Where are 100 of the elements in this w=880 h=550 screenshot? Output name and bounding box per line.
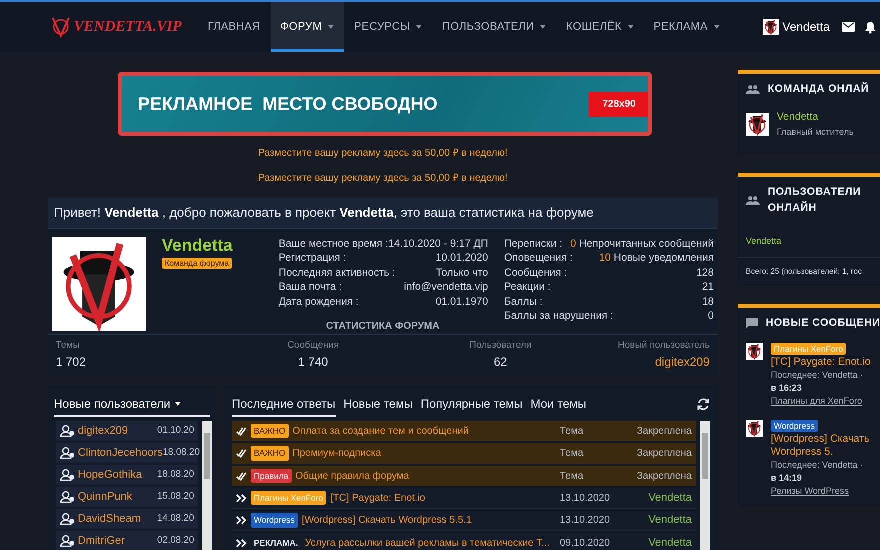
stat-value: 1 702 xyxy=(56,354,88,371)
sidebar-heading: ПОЛЬЗОВАТЕЛИ ОНЛАЙН xyxy=(768,185,862,216)
detail-value: 01.01.1970 xyxy=(436,294,488,309)
user-link[interactable]: HopeGothika xyxy=(78,466,158,483)
stat-value: 1 740 xyxy=(297,354,330,371)
detail-value: Только что xyxy=(436,266,488,280)
user-icon xyxy=(60,534,76,547)
detail-value: Непрочитанных сообщений xyxy=(579,238,714,250)
user-avatar xyxy=(762,19,779,35)
ad-size-tag: 728x90 xyxy=(588,92,648,116)
double-chevron-icon xyxy=(236,494,247,502)
thread-column-3: Тема xyxy=(560,424,626,438)
user-icon xyxy=(60,490,76,503)
thread-tab[interactable]: Популярные темы xyxy=(420,392,523,417)
bell-icon[interactable] xyxy=(865,20,876,34)
detail-value: 0 xyxy=(708,310,714,322)
thread-tab[interactable]: Последние ответы xyxy=(232,392,336,417)
detail-value: 18 xyxy=(702,296,714,308)
thread-tab[interactable]: Новые темы xyxy=(344,392,413,417)
widget-title[interactable]: Новые пользователи xyxy=(54,394,171,413)
mail-icon[interactable] xyxy=(842,22,855,32)
detail-label: Ваше местное время : xyxy=(278,236,388,251)
detail-label: Баллы за нарушения : xyxy=(504,309,614,324)
stat-label: Темы xyxy=(56,338,81,352)
nav-tab[interactable]: ПОЛЬЗОВАТЕЛИ xyxy=(432,2,556,52)
thread-tab[interactable]: Мои темы xyxy=(530,392,587,417)
detail-label: Баллы : xyxy=(504,294,543,309)
sidebar-heading: НОВЫЕ СООБЩЕНИ xyxy=(766,316,880,331)
detail-value: Новые уведомления xyxy=(614,252,714,264)
nav-tab[interactable]: РЕКЛАМА xyxy=(644,2,730,52)
detail-value: 128 xyxy=(696,266,714,278)
prefix-label[interactable]: ВАЖНО xyxy=(251,446,289,461)
prefix-label[interactable]: ВАЖНО xyxy=(251,424,289,438)
group-icon xyxy=(746,85,760,94)
forum-link[interactable]: Релизы WordPress xyxy=(771,485,872,498)
member-avatar xyxy=(746,112,769,136)
thread-title-link[interactable]: Оплата за создание тем и сообщений xyxy=(292,424,556,438)
stat-value: 62 xyxy=(493,354,508,371)
site-logo[interactable]: VENDETTA.VIP xyxy=(74,16,182,38)
online-user-link[interactable]: Vendetta xyxy=(746,236,782,246)
stat-label: Пользователи xyxy=(468,338,533,352)
ad-banner-title: РЕКЛАМНОЕ МЕСТО СВОБОДНО xyxy=(138,92,438,116)
thread-status: Закреплена xyxy=(636,447,692,461)
post-meta: Последнее: Vendetta · xyxy=(771,369,864,382)
thread-title-link[interactable]: Услуга рассылки вашей рекламы в тематические Т... xyxy=(305,536,556,550)
promo-text: Разместите вашу рекламу здесь за 50,00 ₽ в неделю! xyxy=(257,147,509,161)
join-date: 18.08.20 xyxy=(163,446,200,460)
prefix-label[interactable]: Wordpress xyxy=(251,513,298,528)
nav-tab[interactable]: КОШЕЛЁК xyxy=(556,2,644,52)
user-link[interactable]: digitex209 xyxy=(78,422,158,439)
author-link[interactable]: Vendetta xyxy=(630,534,692,550)
detail-label: Реакции : xyxy=(504,280,551,294)
prefix-label[interactable]: Wordpress xyxy=(771,420,818,432)
profile-name[interactable]: Vendetta xyxy=(162,236,263,254)
prefix-label[interactable]: Правила xyxy=(251,468,292,484)
welcome-heading: Привет! Vendetta , добро пожаловать в проект Vendetta, это ваша статистика на форуме xyxy=(48,198,718,228)
forum-link[interactable]: Плагины для XenForo xyxy=(771,395,872,408)
thread-title-link[interactable]: [TC] Paygate: Enot.io xyxy=(330,490,556,506)
detail-label: Переписки : xyxy=(504,236,563,251)
thread-column-3: Тема xyxy=(560,446,626,461)
nav-tab[interactable]: ГЛАВНАЯ xyxy=(198,2,270,52)
detail-label: Последняя активность : xyxy=(278,266,396,280)
join-date: 15.08.20 xyxy=(157,490,194,504)
thread-column-3: Тема xyxy=(560,468,626,484)
double-check-icon xyxy=(236,426,247,436)
user-link[interactable]: DavidSheam xyxy=(78,510,158,527)
role-badge: Команда форума xyxy=(162,258,232,268)
post-meta: Последнее: Vendetta · xyxy=(771,459,864,472)
thread-title-link[interactable]: Общие правила форума xyxy=(296,468,556,484)
detail-label: Оповещения : xyxy=(504,251,573,266)
user-link[interactable]: DmitriGer xyxy=(78,532,158,549)
post-title-link[interactable]: [TC] Paygate: Enot.io xyxy=(771,356,872,370)
member-role: Главный мститель xyxy=(777,126,854,138)
thread-column-3: 13.10.2020 xyxy=(560,490,626,506)
post-title-link[interactable]: [Wordpress] Скачать Wordpress 5. xyxy=(771,433,872,460)
ad-banner[interactable]: РЕКЛАМНОЕ МЕСТО СВОБОДНО 728x90 xyxy=(118,72,652,136)
double-chevron-icon xyxy=(236,516,247,525)
detail-count: 10 xyxy=(599,252,611,264)
nav-tab[interactable]: РЕСУРСЫ xyxy=(344,2,432,52)
refresh-icon[interactable] xyxy=(697,398,710,412)
double-check-icon xyxy=(236,472,247,480)
user-icon xyxy=(60,424,76,437)
join-date: 02.08.20 xyxy=(157,534,194,548)
user-link[interactable]: QuinnPunk xyxy=(78,488,158,505)
author-link[interactable]: Vendetta xyxy=(630,512,692,529)
nav-tab[interactable]: ФОРУМ xyxy=(270,2,344,52)
detail-label: Регистрация : xyxy=(278,251,346,266)
prefix-label[interactable]: РЕКЛАМА. xyxy=(251,536,302,550)
member-name-link[interactable]: Vendetta xyxy=(777,110,854,126)
scrollbar[interactable] xyxy=(700,420,710,550)
user-name-link[interactable]: Vendetta xyxy=(782,18,830,36)
thread-title-link[interactable]: [Wordpress] Скачать Wordpress 5.5.1 xyxy=(302,513,556,528)
thread-column-3: 13.10.2020 xyxy=(560,513,626,528)
thread-status: Закреплена xyxy=(636,424,692,438)
thread-title-link[interactable]: Премиум-подписка xyxy=(292,446,556,461)
stat-link[interactable]: digitex209 xyxy=(618,352,710,371)
author-link[interactable]: Vendetta xyxy=(630,490,692,506)
detail-label: Ваша почта : xyxy=(278,280,342,294)
scrollbar[interactable] xyxy=(202,420,212,550)
thread-status: Закреплена xyxy=(636,470,692,484)
